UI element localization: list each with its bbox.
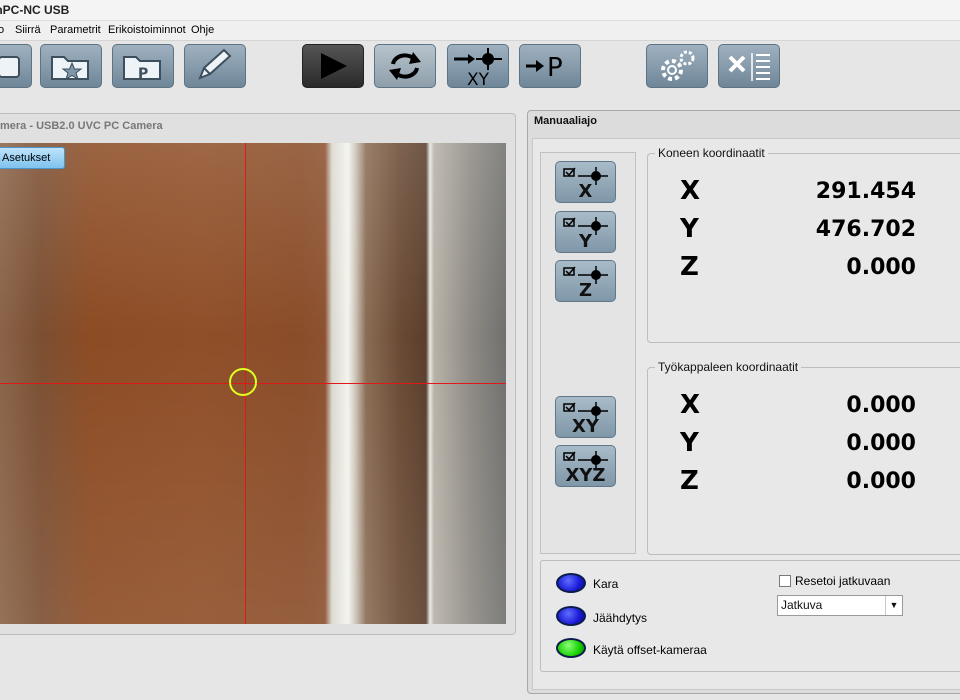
workpiece-axis-z-value: 0.000 bbox=[846, 469, 916, 494]
menu-item-parametrit[interactable]: Parametrit bbox=[50, 24, 101, 36]
jog-mode-value: Jatkuva bbox=[781, 598, 823, 612]
machine-axis-z-value: 0.000 bbox=[846, 255, 916, 280]
toolbar: P XY P bbox=[0, 41, 960, 93]
menu-item-siirra[interactable]: Siirrä bbox=[15, 24, 41, 36]
settings-button[interactable] bbox=[646, 44, 708, 88]
offset-camera-label: Käytä offset-kameraa bbox=[593, 643, 707, 657]
spindle-label: Kara bbox=[593, 577, 619, 591]
reset-continuous-label: Resetoi jatkuvaan bbox=[795, 574, 891, 588]
zero-x-button[interactable]: X bbox=[555, 161, 616, 203]
pencil-icon bbox=[198, 48, 232, 80]
camera-settings-button[interactable]: Asetukset bbox=[0, 147, 65, 169]
goto-xy-icon: XY bbox=[454, 48, 502, 86]
workpiece-axis-x-label: X bbox=[680, 390, 701, 420]
manual-panel-title: Manuaaliajo bbox=[534, 115, 597, 127]
edit-button[interactable] bbox=[184, 44, 246, 88]
app-title: mPC-NC USB bbox=[0, 3, 70, 17]
window-title-bar: mPC-NC USB bbox=[0, 0, 960, 21]
tools-list-icon bbox=[728, 53, 770, 81]
jog-mode-select[interactable]: Jatkuva ▼ bbox=[777, 595, 903, 616]
menu-item-erikoistoiminnot[interactable]: Erikoistoiminnot bbox=[108, 24, 186, 36]
open-file-button[interactable] bbox=[0, 44, 32, 88]
zero-xy-button[interactable]: XY bbox=[555, 396, 616, 438]
machine-axis-x-value: 291.454 bbox=[815, 179, 916, 204]
machine-axis-y-label: Y bbox=[680, 214, 699, 244]
coolant-label: Jäähdytys bbox=[593, 611, 648, 625]
folder-p-glyph: P bbox=[138, 66, 148, 82]
favorites-button[interactable] bbox=[40, 44, 102, 88]
machine-coordinates-title: Koneen koordinaatit bbox=[655, 146, 768, 160]
goto-p-icon: P bbox=[526, 53, 563, 83]
refresh-icon bbox=[389, 52, 421, 80]
workpiece-coordinates-title: Työkappaleen koordinaatit bbox=[655, 360, 802, 374]
folder-icon bbox=[0, 56, 20, 78]
gears-icon bbox=[661, 50, 695, 81]
zero-x-label: X bbox=[578, 181, 593, 202]
workpiece-axis-z-label: Z bbox=[680, 466, 699, 496]
workpiece-axis-y-label: Y bbox=[680, 428, 699, 458]
repeat-button[interactable] bbox=[374, 44, 436, 88]
zero-y-button[interactable]: Y bbox=[555, 211, 616, 253]
zero-xyz-button[interactable]: XYZ bbox=[555, 445, 616, 487]
menu-bar: o Siirrä Parametrit Erikoistoiminnot Ohj… bbox=[0, 21, 960, 41]
coolant-toggle-button[interactable] bbox=[556, 606, 586, 626]
crosshair-target-circle bbox=[229, 368, 257, 396]
camera-view[interactable] bbox=[0, 143, 506, 624]
camera-title: mera - USB2.0 UVC PC Camera bbox=[0, 120, 163, 132]
chevron-down-icon: ▼ bbox=[885, 596, 902, 615]
machine-axis-z-label: Z bbox=[680, 252, 699, 282]
goto-p-glyph: P bbox=[547, 53, 563, 83]
machine-axis-x-label: X bbox=[680, 176, 701, 206]
zero-y-label: Y bbox=[578, 231, 593, 252]
zero-xyz-label: XYZ bbox=[565, 465, 606, 486]
reset-continuous-checkbox[interactable] bbox=[779, 575, 791, 587]
tools-button[interactable] bbox=[718, 44, 780, 88]
zero-z-button[interactable]: Z bbox=[555, 260, 616, 302]
menu-item-ohje[interactable]: Ohje bbox=[191, 24, 214, 36]
machine-axis-y-value: 476.702 bbox=[815, 217, 916, 242]
spindle-toggle-button[interactable] bbox=[556, 573, 586, 593]
play-icon bbox=[321, 53, 347, 79]
zero-z-label: Z bbox=[578, 280, 593, 301]
workpiece-axis-y-value: 0.000 bbox=[846, 431, 916, 456]
zero-xy-label: XY bbox=[572, 416, 599, 437]
program-folder-button[interactable]: P bbox=[112, 44, 174, 88]
menu-item-file[interactable]: o bbox=[0, 24, 4, 36]
workpiece-axis-x-value: 0.000 bbox=[846, 393, 916, 418]
folder-star-icon bbox=[51, 56, 89, 81]
goto-xy-glyph: XY bbox=[467, 70, 490, 86]
folder-p-icon: P bbox=[123, 56, 161, 82]
goto-park-button[interactable]: P bbox=[519, 44, 581, 88]
goto-xy-zero-button[interactable]: XY bbox=[447, 44, 509, 88]
offset-camera-toggle-button[interactable] bbox=[556, 638, 586, 658]
run-button[interactable] bbox=[302, 44, 364, 88]
